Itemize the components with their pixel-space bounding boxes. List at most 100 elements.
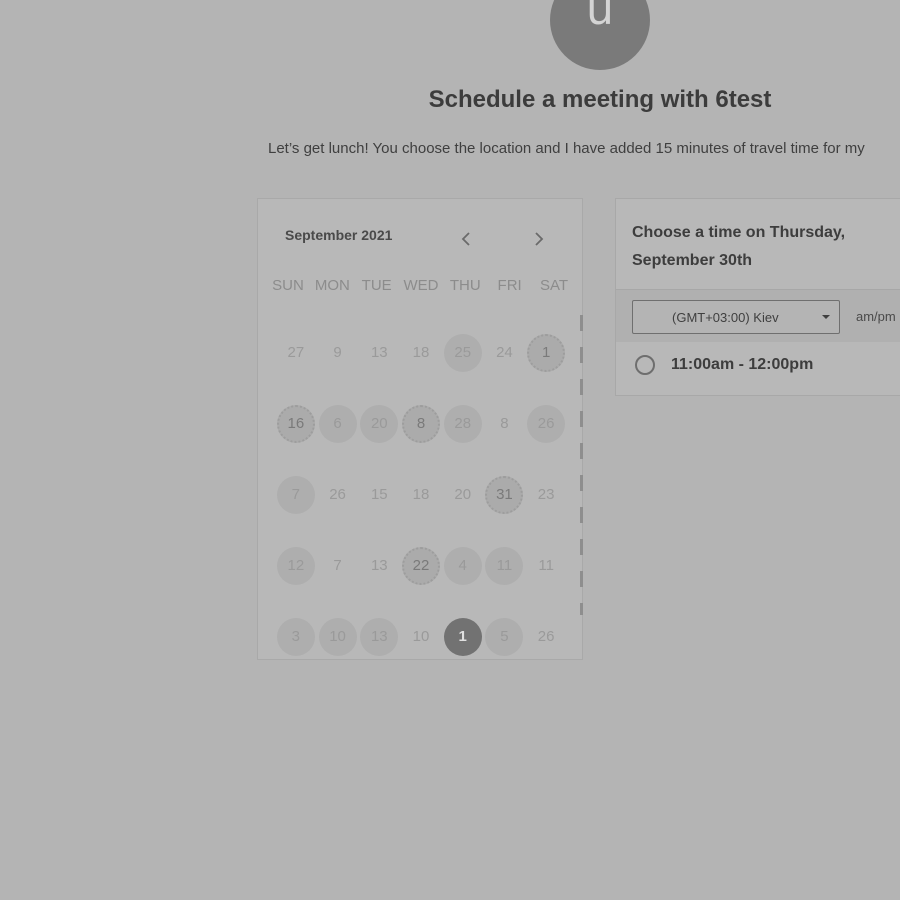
calendar-day-number: 15 [370, 486, 388, 503]
calendar-day-number: 31 [485, 475, 524, 514]
calendar-day[interactable]: 3 [275, 601, 317, 672]
calendar-day-number: 11 [538, 557, 554, 574]
calendar-day: 27 [275, 317, 317, 388]
weekday-label: WED [403, 277, 439, 294]
weekday-label: TUE [361, 277, 392, 294]
time-panel-heading: Choose a time on Thursday, September 30t… [632, 224, 846, 269]
calendar-day-number: 26 [329, 486, 346, 503]
calendar-day-number: 26 [537, 628, 555, 645]
calendar-day: 18 [400, 459, 442, 530]
calendar-day-grid: 27 9 13 18 25 24 1 16 6 20 8 28 8 26 7 26 15 18 20 31 23 12 7 1… [275, 317, 567, 672]
calendar-day-number: 27 [287, 344, 305, 361]
calendar-day[interactable]: 12 [275, 530, 317, 601]
weekday-label: FRI [497, 277, 522, 294]
weekday-label: THU [449, 277, 481, 294]
calendar-day: 8 [484, 388, 526, 459]
weekday-label: SUN [272, 277, 304, 294]
scheduling-page: u Schedule a meeting with 6test Let’s ge… [0, 0, 900, 900]
calendar-day[interactable]: 20 [358, 388, 400, 459]
calendar-day-number: 24 [496, 344, 513, 361]
caret-down-icon [822, 315, 830, 319]
calendar-day-number: 13 [370, 557, 388, 574]
calendar-day[interactable]: 11 [484, 530, 526, 601]
calendar-day-number: 11 [485, 546, 524, 585]
calendar-day: 23 [525, 459, 567, 530]
calendar-day-selected[interactable]: 1 [442, 601, 484, 672]
chevron-right-icon [535, 232, 544, 246]
calendar-day-number: 1 [527, 333, 566, 372]
calendar-day-number: 13 [370, 344, 388, 361]
time-selection-panel: Choose a time on Thursday, September 30t… [615, 198, 900, 396]
calendar-day-number: 9 [333, 344, 342, 361]
calendar-day: 10 [400, 601, 442, 672]
calendar-day[interactable]: 13 [358, 601, 400, 672]
timezone-value: (GMT+03:00) Kiev [672, 309, 779, 325]
weekday-label: SAT [539, 277, 568, 294]
page-title: Schedule a meeting with 6test [428, 86, 772, 113]
radio-button-icon[interactable] [635, 355, 655, 375]
time-slot-option[interactable]: 11:00am - 12:00pm [635, 355, 813, 375]
calendar-day-number: 6 [318, 404, 357, 443]
calendar-day[interactable]: 1 [525, 317, 567, 388]
calendar-day-number: 25 [443, 333, 482, 372]
calendar-day-number: 8 [401, 404, 440, 443]
calendar-day: 13 [358, 530, 400, 601]
calendar-day-number: 7 [276, 475, 315, 514]
calendar-day: 20 [442, 459, 484, 530]
calendar-day: 26 [317, 459, 359, 530]
calendar-day[interactable]: 31 [484, 459, 526, 530]
calendar-day-number: 18 [412, 486, 430, 503]
weekday-label: MON [314, 277, 350, 294]
calendar-day[interactable]: 4 [442, 530, 484, 601]
calendar-day: 9 [317, 317, 359, 388]
date-picker-calendar: September 2021 SUN MON TUE WED THU FRI SAT 27 9… [257, 198, 583, 660]
calendar-day[interactable]: 5 [484, 601, 526, 672]
chevron-left-icon [461, 232, 470, 246]
avatar-letter: u [586, 0, 614, 35]
calendar-day: 15 [358, 459, 400, 530]
previous-month-button[interactable] [454, 225, 478, 253]
calendar-day-number: 22 [401, 546, 440, 585]
calendar-day: 18 [400, 317, 442, 388]
calendar-month-label: September 2021 [285, 227, 393, 243]
calendar-day-number: 20 [454, 486, 472, 503]
calendar-day-number: 20 [360, 404, 399, 443]
next-month-button[interactable] [527, 225, 551, 253]
calendar-day-number: 1 [443, 617, 482, 656]
calendar-day: 11 [525, 530, 567, 601]
calendar-day-number: 5 [485, 617, 524, 656]
calendar-day-number: 7 [333, 557, 342, 574]
calendar-day-number: 8 [500, 415, 509, 432]
calendar-day-number: 18 [412, 344, 430, 361]
calendar-day: 26 [525, 601, 567, 672]
calendar-day[interactable]: 26 [525, 388, 567, 459]
calendar-day-number: 23 [537, 486, 555, 503]
calendar-day: 7 [317, 530, 359, 601]
calendar-day-number: 4 [443, 546, 482, 585]
calendar-day-number: 10 [412, 628, 430, 645]
calendar-day-number: 26 [527, 404, 566, 443]
time-format-toggle[interactable]: am/pm [856, 309, 896, 324]
time-slot-label: 11:00am - 12:00pm [671, 356, 814, 373]
timezone-select[interactable]: (GMT+03:00) Kiev [632, 300, 840, 334]
calendar-day[interactable]: 8 [400, 388, 442, 459]
calendar-day[interactable]: 16 [275, 388, 317, 459]
calendar-day-number: 16 [276, 404, 315, 443]
calendar-day[interactable]: 25 [442, 317, 484, 388]
host-avatar: u [550, 0, 650, 70]
calendar-day[interactable]: 10 [317, 601, 359, 672]
calendar-day: 24 [484, 317, 526, 388]
calendar-day-number: 10 [318, 617, 357, 656]
calendar-day-number: 13 [360, 617, 399, 656]
calendar-day: 13 [358, 317, 400, 388]
calendar-day[interactable]: 28 [442, 388, 484, 459]
calendar-day-number: 12 [276, 546, 315, 585]
calendar-day[interactable]: 22 [400, 530, 442, 601]
calendar-day[interactable]: 6 [317, 388, 359, 459]
calendar-edge-shadow [580, 315, 583, 615]
calendar-day[interactable]: 7 [275, 459, 317, 530]
calendar-day-number: 28 [443, 404, 482, 443]
calendar-day-number: 3 [276, 617, 315, 656]
meeting-description: Let’s get lunch! You choose the location… [268, 140, 865, 157]
weekday-header-row: SUN MON TUE WED THU FRI SAT [266, 277, 576, 294]
